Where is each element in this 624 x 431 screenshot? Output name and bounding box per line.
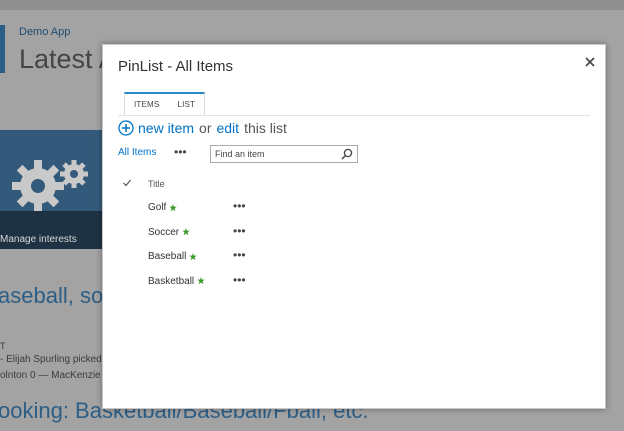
news-heading-1: aseball, so bbox=[0, 283, 104, 308]
or-text: or bbox=[199, 120, 212, 136]
new-item-row: new item or edit this list bbox=[118, 118, 292, 138]
list-header: Title bbox=[118, 176, 578, 192]
list-item: Soccer ••• bbox=[118, 223, 578, 248]
item-title-text[interactable]: Baseball bbox=[148, 251, 186, 262]
dialog-title: PinList - All Items bbox=[118, 58, 234, 75]
item-title-link[interactable]: Golf bbox=[148, 202, 178, 213]
item-title-link[interactable]: Basketball bbox=[148, 276, 205, 287]
close-icon[interactable] bbox=[582, 54, 598, 70]
suite-bar bbox=[0, 0, 624, 10]
news-text-3: olnton 0 — MacKenzie bbox=[0, 370, 101, 381]
item-title-text[interactable]: Soccer bbox=[148, 227, 179, 238]
item-menu-ellipsis[interactable]: ••• bbox=[233, 273, 246, 287]
new-badge-icon bbox=[189, 252, 198, 260]
item-menu-ellipsis[interactable]: ••• bbox=[233, 248, 246, 262]
select-all-check-icon[interactable] bbox=[122, 178, 132, 188]
tile-label: Manage interests bbox=[0, 234, 77, 245]
new-badge-icon bbox=[169, 203, 178, 211]
site-name-link: Demo App bbox=[19, 26, 71, 38]
item-title-text[interactable]: Basketball bbox=[148, 276, 194, 287]
view-menu-ellipsis[interactable]: ••• bbox=[174, 145, 187, 159]
add-circle-icon[interactable] bbox=[118, 120, 134, 136]
new-item-link[interactable]: new item bbox=[138, 120, 194, 136]
manage-interests-tile: Manage interests bbox=[0, 130, 104, 249]
column-header-title[interactable]: Title bbox=[148, 179, 165, 189]
list-body: Golf ••• Soccer ••• Baseball ••• Basketb… bbox=[118, 198, 578, 296]
tab-list[interactable]: LIST bbox=[168, 94, 204, 115]
search-box bbox=[210, 145, 358, 163]
edit-link[interactable]: edit bbox=[216, 120, 239, 136]
ribbon-tab-strip: ITEMS LIST bbox=[124, 92, 206, 115]
view-selector-row: All Items ••• bbox=[118, 145, 418, 163]
list-item: Golf ••• bbox=[118, 198, 578, 223]
site-accent-bar bbox=[0, 25, 5, 73]
list-item: Basketball ••• bbox=[118, 272, 578, 297]
list-item: Baseball ••• bbox=[118, 247, 578, 272]
item-title-link[interactable]: Soccer bbox=[148, 227, 190, 238]
news-text-1: T bbox=[0, 341, 6, 351]
item-title-link[interactable]: Baseball bbox=[148, 251, 198, 262]
item-menu-ellipsis[interactable]: ••• bbox=[233, 224, 246, 238]
view-all-items[interactable]: All Items bbox=[118, 147, 156, 158]
new-badge-icon bbox=[182, 228, 190, 236]
item-menu-ellipsis[interactable]: ••• bbox=[233, 199, 246, 213]
item-title-text[interactable]: Golf bbox=[148, 202, 166, 213]
news-text-2: - Elijah Spurling picked bbox=[0, 354, 102, 365]
new-badge-icon bbox=[197, 277, 205, 285]
pinlist-dialog: PinList - All Items ITEMS LIST new item … bbox=[102, 44, 606, 409]
ribbon-divider bbox=[118, 115, 590, 116]
search-input[interactable] bbox=[215, 147, 333, 161]
tab-items[interactable]: ITEMS bbox=[125, 94, 168, 115]
this-list-text: this list bbox=[244, 120, 287, 136]
search-icon[interactable] bbox=[341, 148, 353, 160]
